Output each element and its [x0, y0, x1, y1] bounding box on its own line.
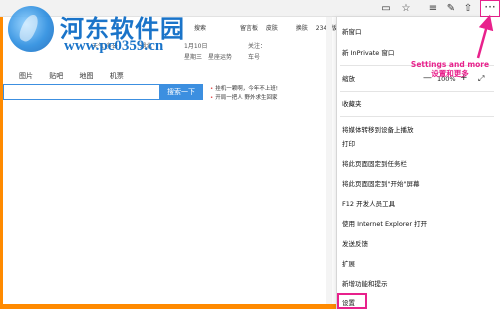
top-link[interactable]: 留言板	[240, 25, 258, 32]
weekday-text: 星期三	[184, 54, 203, 61]
menu-print[interactable]: 打印	[342, 139, 355, 149]
news-item[interactable]: • 开局一把人 野外求生回家	[210, 93, 278, 101]
search-button[interactable]: 搜索一下	[159, 84, 203, 100]
zoom-label: 缩放	[342, 75, 355, 83]
favorite-star-icon[interactable]: ☆	[398, 1, 414, 16]
watermark-logo-icon	[8, 6, 54, 52]
top-link[interactable]: 搜索	[194, 25, 206, 32]
tab-map[interactable]: 地图	[79, 69, 93, 84]
menu-new-window[interactable]: 新窗口	[342, 27, 362, 37]
annotation-line-en: Settings and more	[410, 60, 490, 69]
watermark-url: www.pc0359.cn	[64, 38, 164, 54]
top-link[interactable]: 换肤	[296, 25, 308, 32]
horoscope-link[interactable]: 星座运势	[208, 52, 232, 61]
annotation-line-zh: 设置和更多	[431, 69, 469, 78]
menu-whats-new[interactable]: 新增功能和提示	[342, 279, 388, 289]
page-border-left	[0, 17, 3, 309]
menu-pin-start[interactable]: 将此页面固定到"开始"屏幕	[342, 179, 419, 189]
search-input[interactable]	[3, 84, 159, 100]
search-tabs: 图片 贴吧 地图 机票	[3, 69, 336, 84]
annotation-label: Settings and more 设置和更多	[403, 60, 497, 78]
menu-favorites[interactable]: 收藏夹	[342, 99, 362, 109]
page-border-bottom	[0, 304, 336, 309]
tab-images[interactable]: 图片	[19, 69, 33, 84]
reading-view-icon[interactable]: ▭	[378, 1, 394, 16]
menu-divider	[340, 116, 494, 117]
date-text: 1月10日	[184, 43, 208, 50]
menu-f12-tools[interactable]: F12 开发人员工具	[342, 199, 395, 209]
settings-and-more-button[interactable]: ···	[480, 0, 500, 17]
menu-divider	[340, 91, 494, 92]
menu-open-ie[interactable]: 使用 Internet Explorer 打开	[342, 219, 427, 229]
plate-label: 车号	[248, 54, 261, 61]
menu-extensions[interactable]: 扩展	[342, 259, 355, 269]
tab-tieba[interactable]: 贴吧	[49, 69, 63, 84]
menu-feedback[interactable]: 发送反馈	[342, 239, 368, 249]
follow-label: 关注：	[248, 43, 267, 50]
menu-new-inprivate[interactable]: 新 InPrivate 窗口	[342, 48, 394, 58]
menu-pin-taskbar[interactable]: 将此页面固定到任务栏	[342, 159, 407, 169]
menu-cast[interactable]: 将媒体转移到设备上播放	[342, 125, 414, 135]
notes-icon[interactable]: ✎	[443, 1, 459, 16]
tab-flights[interactable]: 机票	[110, 69, 124, 84]
page-scrollbar[interactable]	[326, 17, 332, 304]
settings-highlight-box	[337, 293, 367, 309]
top-link[interactable]: 皮肤	[266, 25, 278, 32]
hub-icon[interactable]: ≡	[425, 1, 441, 16]
news-item[interactable]: • 挂机一颗啊，今年不上班!	[210, 84, 278, 92]
share-icon[interactable]: ⇧	[460, 1, 476, 16]
